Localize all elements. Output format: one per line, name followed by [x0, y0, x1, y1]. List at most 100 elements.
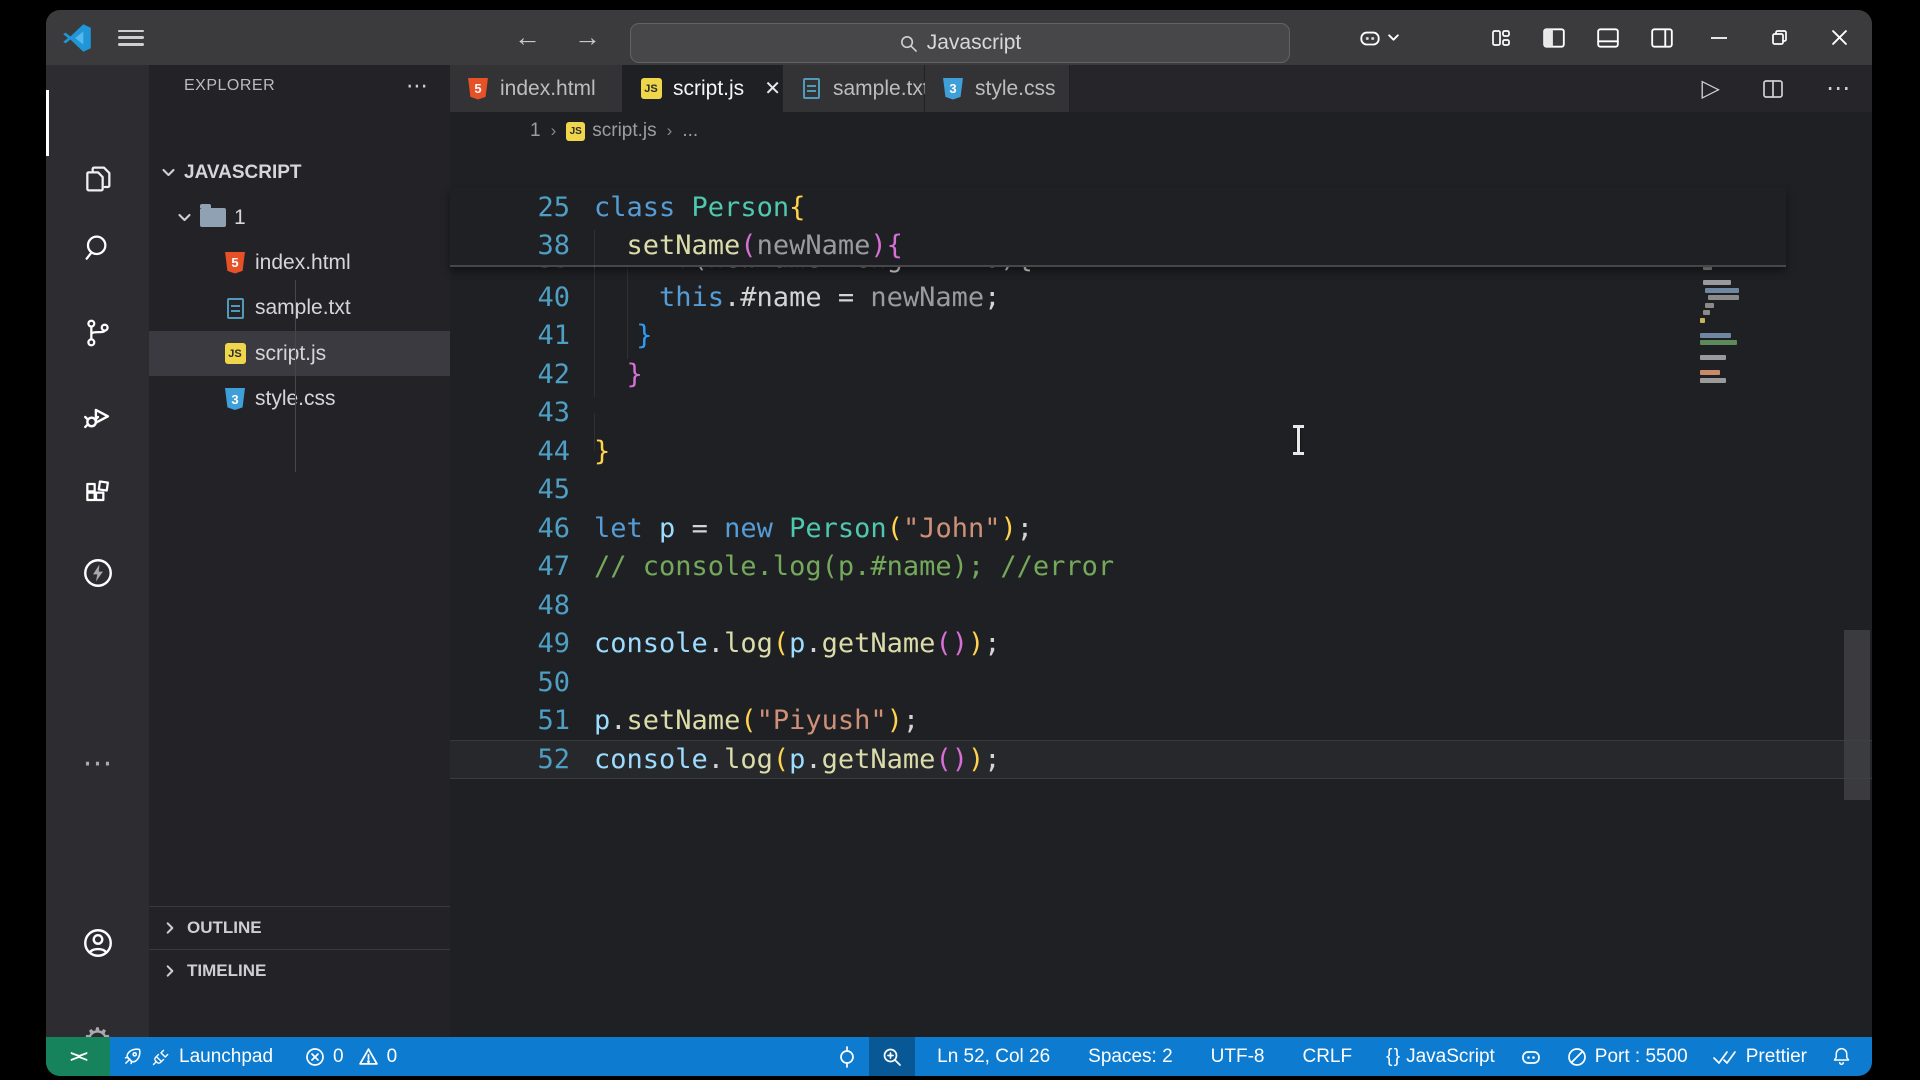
line-number[interactable]: 45 — [450, 474, 570, 505]
screencast-item[interactable] — [825, 1037, 869, 1076]
line-number[interactable]: 25 — [450, 192, 570, 223]
launchpad-item[interactable]: Launchpad — [110, 1037, 285, 1076]
code-line-40[interactable]: 40this.#name = newName; — [450, 278, 1872, 317]
source-control-icon[interactable] — [46, 300, 149, 366]
chevron-right-icon — [163, 921, 177, 935]
line-number[interactable]: 47 — [450, 551, 570, 582]
line-number[interactable]: 41 — [450, 320, 570, 351]
line-number[interactable]: 43 — [450, 397, 570, 428]
account-icon[interactable] — [46, 910, 149, 976]
workspace-root[interactable]: JAVASCRIPT — [149, 150, 450, 195]
run-code-icon[interactable]: ▷ — [1702, 74, 1720, 103]
toggle-secondary-sidebar-icon[interactable] — [1650, 26, 1674, 50]
copilot-status-item[interactable] — [1507, 1037, 1555, 1076]
tab-script.js[interactable]: JSscript.js✕ — [623, 65, 783, 112]
line-number[interactable]: 42 — [450, 359, 570, 390]
code-area[interactable]: 39 if(newName.length > 0){ 40this.#name = … — [450, 267, 1872, 1037]
tab-label: style.css — [975, 77, 1056, 101]
line-number[interactable]: 44 — [450, 436, 570, 467]
code-line-46[interactable]: 46let p = new Person("John"); — [450, 509, 1872, 548]
tab-style.css[interactable]: 3 style.css — [925, 65, 1070, 112]
close-button[interactable] — [1824, 10, 1854, 65]
split-editor-icon[interactable] — [1762, 78, 1784, 100]
line-number[interactable]: 40 — [450, 282, 570, 313]
tab-label: sample.txt — [833, 77, 929, 101]
line-number[interactable]: 48 — [450, 590, 570, 621]
command-center-search[interactable]: Javascript — [630, 23, 1290, 63]
search-icon — [899, 34, 918, 53]
code-line-51[interactable]: 51p.setName("Piyush"); — [450, 702, 1872, 741]
file-row-style.css[interactable]: 3style.css — [149, 377, 450, 422]
zoom-item[interactable] — [869, 1037, 915, 1076]
breadcrumb-file[interactable]: JS script.js — [566, 120, 656, 142]
more-views-icon[interactable]: ⋯ — [46, 730, 149, 796]
restore-button[interactable] — [1764, 10, 1794, 65]
code-line-50[interactable]: 50 — [450, 663, 1872, 702]
tab-index.html[interactable]: 5index.html — [450, 65, 623, 112]
code-line-41[interactable]: 41} — [450, 317, 1872, 356]
search-view-icon[interactable] — [46, 215, 149, 281]
outline-section[interactable]: OUTLINE — [149, 906, 450, 949]
code-line-43[interactable]: 43 — [450, 394, 1872, 433]
cursor-position-item[interactable]: Ln 52, Col 26 — [925, 1037, 1062, 1076]
language-mode-item[interactable]: { } JavaScript — [1374, 1037, 1507, 1076]
code-text: if(newName.length > 0){ — [594, 267, 1033, 274]
folder-icon — [200, 208, 226, 227]
code-text: } — [594, 320, 653, 351]
code-line-39[interactable]: 39 if(newName.length > 0){ — [450, 267, 1872, 278]
copilot-icon[interactable] — [1357, 25, 1400, 51]
minimap-line — [1700, 378, 1726, 383]
line-number[interactable]: 51 — [450, 705, 570, 736]
css-file-icon: 3 — [941, 77, 965, 101]
back-arrow-icon[interactable]: ← — [514, 10, 541, 65]
minimize-button[interactable] — [1704, 10, 1734, 65]
editor-more-actions-icon[interactable]: ⋯ — [1826, 74, 1850, 103]
code-line-38[interactable]: 38setName(newName){ — [450, 227, 1786, 266]
prettier-item[interactable]: Prettier — [1700, 1037, 1819, 1076]
editor-scrollbar[interactable] — [1844, 630, 1870, 800]
code-line-44[interactable]: 44} — [450, 432, 1872, 471]
code-line-48[interactable]: 48 — [450, 586, 1872, 625]
notifications-item[interactable] — [1819, 1037, 1872, 1076]
extensions-icon[interactable] — [46, 461, 149, 527]
forward-arrow-icon[interactable]: → — [574, 10, 601, 65]
css-file-icon: 3 — [223, 387, 247, 411]
file-row-index.html[interactable]: 5index.html — [149, 240, 450, 285]
timeline-section[interactable]: TIMELINE — [149, 949, 450, 992]
vscode-logo-icon — [62, 23, 92, 53]
tab-close-icon[interactable]: ✕ — [764, 76, 781, 101]
line-number[interactable]: 52 — [450, 744, 570, 775]
line-number[interactable]: 50 — [450, 667, 570, 698]
line-number[interactable]: 38 — [450, 230, 570, 261]
errors-count: 0 — [333, 1046, 344, 1068]
live-server-port-item[interactable]: Port : 5500 — [1555, 1037, 1700, 1076]
menu-icon[interactable] — [118, 30, 144, 46]
code-line-52[interactable]: 52console.log(p.getName()); — [450, 740, 1872, 779]
file-row-script.js[interactable]: JSscript.js — [149, 331, 450, 376]
toggle-primary-sidebar-icon[interactable] — [1542, 26, 1566, 50]
file-row-sample.txt[interactable]: sample.txt — [149, 286, 450, 331]
tab-sample.txt[interactable]: sample.txt — [783, 65, 925, 112]
problems-item[interactable]: 0 0 — [293, 1037, 409, 1076]
code-line-45[interactable]: 45 — [450, 471, 1872, 510]
breadcrumb-folder[interactable]: 1 — [530, 120, 541, 142]
remote-indicator[interactable]: >< — [46, 1037, 110, 1076]
encoding-item[interactable]: UTF-8 — [1199, 1037, 1277, 1076]
code-line-42[interactable]: 42} — [450, 355, 1872, 394]
indentation-item[interactable]: Spaces: 2 — [1076, 1037, 1185, 1076]
toggle-panel-icon[interactable] — [1596, 26, 1620, 50]
customize-layout-icon[interactable] — [1490, 27, 1512, 49]
line-number[interactable]: 39 — [450, 267, 570, 274]
line-number[interactable]: 46 — [450, 513, 570, 544]
explorer-icon[interactable] — [46, 146, 149, 212]
code-line-47[interactable]: 47// console.log(p.#name); //error — [450, 548, 1872, 587]
run-debug-icon[interactable] — [46, 384, 149, 450]
breadcrumb-symbol[interactable]: ... — [682, 120, 698, 142]
code-line-49[interactable]: 49console.log(p.getName()); — [450, 625, 1872, 664]
explorer-actions-icon[interactable]: ⋯ — [406, 73, 428, 99]
thunder-client-icon[interactable] — [46, 540, 149, 606]
eol-item[interactable]: CRLF — [1290, 1037, 1364, 1076]
code-line-25[interactable]: 25class Person{ — [450, 188, 1786, 227]
line-number[interactable]: 49 — [450, 628, 570, 659]
folder-row[interactable]: 1 — [149, 195, 450, 240]
